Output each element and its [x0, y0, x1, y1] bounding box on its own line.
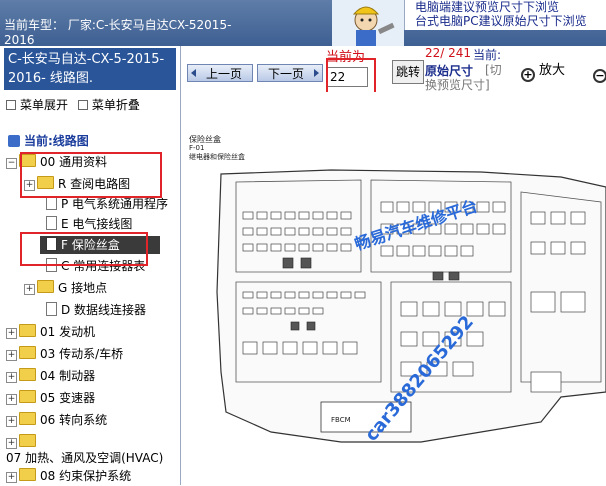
mascot-icon	[352, 6, 395, 46]
folder-icon	[19, 324, 36, 337]
zoom-in-button[interactable]: + 放大	[521, 60, 565, 82]
vehicle-info: 当前车型： 厂家:C-长安马自达CX-52015- 2016	[4, 18, 324, 46]
tree-item-label: 04 制动器	[40, 369, 96, 383]
vehicle-info-line2: 2016	[4, 33, 35, 46]
book-icon	[8, 135, 20, 147]
expand-toggle-icon[interactable]: +	[24, 284, 35, 295]
next-page-button[interactable]: 下一页	[257, 64, 323, 82]
left-panel: C-长安马自达-CX-5-2015-2016- 线路图. 菜单展开 菜单折叠 当…	[0, 46, 181, 485]
zoom-in-label: 放大	[539, 63, 566, 78]
expand-toggle-icon[interactable]: +	[6, 350, 17, 361]
top-bar: 当前车型： 厂家:C-长安马自达CX-52015- 2016 电脑端建议预览尺寸…	[0, 0, 606, 46]
annotation-box-general	[20, 152, 162, 198]
folder-icon	[19, 390, 36, 403]
page-current-label: 当前:	[473, 48, 502, 62]
collapse-icon	[77, 100, 88, 110]
tree-item-transmission[interactable]: +05 变速器	[6, 388, 95, 408]
tree-item-label: G 接地点	[58, 281, 108, 295]
annotation-box-fuse	[20, 232, 148, 266]
folder-icon	[19, 346, 36, 359]
notice-line1: 电脑端建议预览尺寸下浏览	[415, 0, 560, 14]
tree-item-ground-points[interactable]: + G 接地点	[24, 278, 107, 298]
tree-item-brakes[interactable]: +04 制动器	[6, 366, 95, 386]
notice-line2: 台式电脑PC建议原始尺寸下浏览	[415, 14, 587, 28]
tree-item-label: D 数据线连接器	[61, 303, 147, 317]
current-chapter: 当前:线路图	[8, 132, 89, 149]
goto-button[interactable]: 跳转	[392, 60, 424, 84]
expand-toggle-icon[interactable]: +	[6, 328, 17, 339]
page-toolbar: 上一页 下一页 当前为 跳转 22/ 241 当前: 原始尺寸 [切换预览尺寸]…	[181, 46, 606, 100]
expand-toggle-icon[interactable]: +	[6, 394, 17, 405]
vehicle-info-line1: 当前车型： 厂家:C-长安马自达CX-52015-	[4, 18, 232, 32]
switch-view-link[interactable]: [切换预览尺寸]	[425, 63, 502, 93]
fuse-box-diagram: FBCM	[216, 169, 606, 443]
folder-icon	[37, 280, 54, 293]
tree-item-label: P 电气系统通用程序	[61, 197, 169, 211]
folder-icon	[19, 368, 36, 381]
document-icon	[46, 196, 57, 210]
expand-toggle-icon[interactable]: +	[6, 472, 17, 483]
diagram-viewer: 保险丝盒 F-01 继电器和保险丝盒 FBCM 畅易汽车维修平台 car3882…	[181, 92, 606, 485]
expand-toggle-icon[interactable]: +	[6, 416, 17, 427]
document-icon	[46, 302, 57, 316]
current-chapter-label: 当前:线路图	[24, 134, 89, 148]
tree-item-label: 05 变速器	[40, 391, 96, 405]
tree-item-label: 01 发动机	[40, 325, 96, 339]
tree-item-data-connector[interactable]: D 数据线连接器	[46, 300, 146, 320]
folder-icon	[19, 468, 36, 481]
arrow-left-icon	[191, 69, 196, 77]
collapse-toggle-icon[interactable]: −	[6, 158, 17, 169]
folder-icon	[19, 412, 36, 425]
notice-box: 电脑端建议预览尺寸下浏览 台式电脑PC建议原始尺寸下浏览	[404, 0, 606, 30]
tree-item-drivetrain[interactable]: +03 传动系/车桥	[6, 344, 123, 364]
tree-item-wiring-diagram[interactable]: E 电气接线图	[46, 214, 132, 234]
tree-item-label: 08 约束保护系统	[40, 469, 132, 483]
tree-item-engine[interactable]: +01 发动机	[6, 322, 95, 342]
expand-icon	[6, 100, 16, 110]
tree-item-restraints[interactable]: +08 约束保护系统	[6, 466, 131, 486]
arrow-right-icon	[314, 69, 319, 77]
folder-icon	[19, 434, 36, 447]
menu-expand-link[interactable]: 菜单展开	[20, 98, 68, 112]
zoom-out-button[interactable]: −	[593, 60, 606, 83]
page-count: 22/ 241	[425, 46, 472, 60]
svg-text:FBCM: FBCM	[331, 416, 351, 424]
prev-page-label: 上一页	[205, 67, 242, 81]
zoom-out-icon: −	[593, 69, 606, 83]
menu-collapse-link[interactable]: 菜单折叠	[92, 98, 140, 112]
zoom-in-icon: +	[521, 68, 535, 82]
tree-item-label: 06 转向系统	[40, 413, 108, 427]
prev-page-button[interactable]: 上一页	[187, 64, 253, 82]
tree-item-steering[interactable]: +06 转向系统	[6, 410, 107, 430]
expand-toggle-icon[interactable]: +	[6, 372, 17, 383]
tree-item-hvac[interactable]: 07 加热、通风及空调(HVAC)	[6, 448, 163, 468]
next-page-label: 下一页	[267, 67, 304, 81]
mascot-image	[332, 0, 404, 46]
document-icon	[46, 216, 57, 230]
tree-item-label: 03 传动系/车桥	[40, 347, 124, 361]
document-title: C-长安马自达-CX-5-2015-2016- 线路图.	[4, 48, 176, 90]
tree-item-label: E 电气接线图	[61, 217, 133, 231]
menu-controls: 菜单展开 菜单折叠	[6, 96, 146, 113]
tree-item-label: 07 加热、通风及空调(HVAC)	[6, 451, 164, 465]
